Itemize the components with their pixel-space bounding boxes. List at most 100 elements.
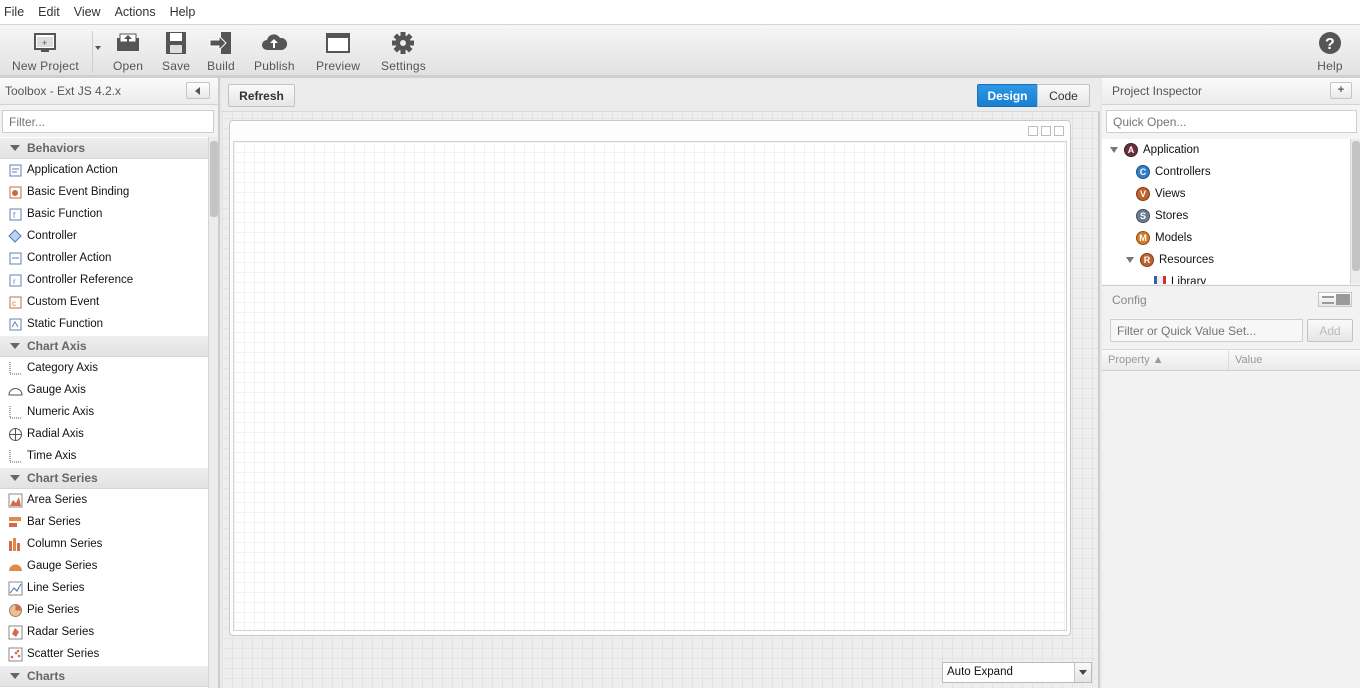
toolbox-item[interactable]: Scatter Series (0, 643, 209, 665)
column-series-icon (9, 537, 20, 551)
toolbox-item[interactable]: Column Series (0, 533, 209, 555)
canvas-drop-area[interactable] (233, 141, 1067, 631)
custom-event-icon: c (9, 296, 22, 308)
inspector-node-resources[interactable]: R Resources (1102, 249, 1350, 271)
menu-actions[interactable]: Actions (114, 5, 157, 19)
toolbox-item[interactable]: Basic Event Binding (0, 181, 209, 203)
toolbox-item[interactable]: Radar Series (0, 621, 209, 643)
code-tab[interactable]: Code (1037, 84, 1090, 107)
expand-triangle-icon[interactable] (1110, 147, 1118, 153)
config-add-button[interactable]: Add (1307, 319, 1353, 342)
save-icon (166, 32, 187, 54)
inspector-node-library[interactable]: Library (1102, 271, 1350, 284)
inspector-node-views[interactable]: V Views (1102, 183, 1350, 205)
toolbox-item[interactable]: Gauge Axis (0, 379, 209, 401)
inspector-node-stores[interactable]: S Stores (1102, 205, 1350, 227)
toolbox-scrollbar[interactable] (208, 137, 218, 688)
line-series-icon (8, 581, 23, 595)
inspector-title: Project Inspector (1112, 84, 1203, 98)
toolbox-item[interactable]: Numeric Axis (0, 401, 209, 423)
toolbox-group-header[interactable]: Behaviors (0, 137, 209, 159)
toolbox-item-label: Pie Series (27, 604, 80, 616)
toolbox-scrollbar-thumb[interactable] (210, 141, 218, 217)
settings-button[interactable]: Settings (381, 29, 426, 73)
new-project-dropdown-icon[interactable] (95, 46, 101, 50)
build-label: Build (207, 59, 235, 73)
toolbox-item[interactable]: c Custom Event (0, 291, 209, 313)
design-tab[interactable]: Design (977, 84, 1038, 107)
save-label: Save (162, 59, 191, 73)
toolbox-item[interactable]: Application Action (0, 159, 209, 181)
toolbox-group-header[interactable]: Chart Series (0, 467, 209, 489)
publish-button[interactable]: Publish (254, 29, 295, 73)
toolbox-item[interactable]: Static Function (0, 313, 209, 335)
new-project-button[interactable]: + New Project (12, 29, 79, 73)
value-column-header[interactable]: Value (1235, 354, 1262, 366)
menu-help[interactable]: Help (169, 5, 197, 19)
toolbox-group-label: Charts (27, 669, 66, 683)
build-button[interactable]: Build (207, 29, 235, 73)
canvas-size-medium-icon[interactable] (1041, 126, 1051, 136)
toolbox-group-header[interactable]: Chart Axis (0, 335, 209, 357)
toolbox-item[interactable]: Radial Axis (0, 423, 209, 445)
toolbox-title: Toolbox - Ext JS 4.2.x (5, 84, 122, 98)
canvas-size-small-icon[interactable] (1028, 126, 1038, 136)
main-toolbar: + New Project Open Save Build Publish Pr… (0, 25, 1360, 78)
toolbox-item[interactable]: Area Series (0, 489, 209, 511)
dropdown-arrow-icon[interactable] (1074, 663, 1091, 682)
open-button[interactable]: Open (113, 29, 143, 73)
preview-button[interactable]: Preview (316, 29, 360, 73)
design-canvas[interactable] (229, 120, 1071, 636)
save-button[interactable]: Save (162, 29, 190, 73)
toolbox-group-header[interactable]: Charts (0, 665, 209, 687)
inspector-node-application[interactable]: A Application (1102, 139, 1350, 161)
expand-mode-select[interactable]: Auto Expand (942, 662, 1092, 683)
collapse-toolbox-button[interactable] (186, 82, 210, 99)
expand-triangle-icon[interactable] (1126, 257, 1134, 263)
canvas-size-large-icon[interactable] (1054, 126, 1064, 136)
inspector-scrollbar[interactable] (1350, 139, 1360, 284)
numeric-axis-icon (9, 405, 22, 418)
menu-edit[interactable]: Edit (37, 5, 61, 19)
toolbox-item-label: Static Function (27, 318, 104, 330)
inspector-tree: A Application C Controllers V Views S Stores M Mo… (1102, 139, 1350, 284)
inspector-scrollbar-thumb[interactable] (1352, 141, 1360, 271)
property-column-header[interactable]: Property ▲ (1108, 354, 1164, 366)
radar-series-icon (8, 625, 23, 639)
toolbox-item[interactable]: Controller Action (0, 247, 209, 269)
project-inspector-panel: Project Inspector + A Application C Control… (1102, 78, 1360, 688)
toolbox-item[interactable]: Line Series (0, 577, 209, 599)
toolbox-item[interactable]: Gauge Series (0, 555, 209, 577)
preview-label: Preview (316, 59, 361, 73)
toolbox-item[interactable]: Pie Series (0, 599, 209, 621)
toolbox-filter-input[interactable] (2, 110, 214, 133)
toolbox-item-label: Gauge Series (27, 560, 98, 572)
menu-file[interactable]: File (3, 5, 25, 19)
config-view-toggle[interactable] (1318, 292, 1352, 307)
toolbox-item[interactable]: Controller (0, 225, 209, 247)
inspector-node-models[interactable]: M Models (1102, 227, 1350, 249)
svg-text:c: c (12, 299, 16, 308)
toolbox-item[interactable]: Category Axis (0, 357, 209, 379)
help-button[interactable]: ? Help (1316, 29, 1344, 73)
menu-view[interactable]: View (73, 5, 102, 19)
preview-window-icon (326, 33, 351, 53)
toolbar-separator (92, 31, 93, 73)
quick-open-input[interactable] (1106, 110, 1357, 133)
config-grid-header: Property ▲ Value (1102, 349, 1360, 371)
new-project-label: New Project (12, 59, 79, 73)
inspector-add-button[interactable]: + (1330, 82, 1352, 99)
config-panel: Config Add Property ▲ Value (1102, 285, 1360, 688)
toolbox-item[interactable]: Time Axis (0, 445, 209, 467)
inspector-node-label: Library (1171, 276, 1207, 284)
inspector-node-controllers[interactable]: C Controllers (1102, 161, 1350, 183)
toolbox-item[interactable]: f Basic Function (0, 203, 209, 225)
refresh-button[interactable]: Refresh (228, 84, 295, 107)
toolbox-item[interactable]: r Controller Reference (0, 269, 209, 291)
category-axis-icon (9, 361, 22, 374)
area-series-icon (8, 493, 23, 507)
inspector-header: Project Inspector + (1102, 78, 1360, 105)
toolbox-item-label: Radial Axis (27, 428, 84, 440)
config-filter-input[interactable] (1110, 319, 1303, 342)
toolbox-item[interactable]: Bar Series (0, 511, 209, 533)
